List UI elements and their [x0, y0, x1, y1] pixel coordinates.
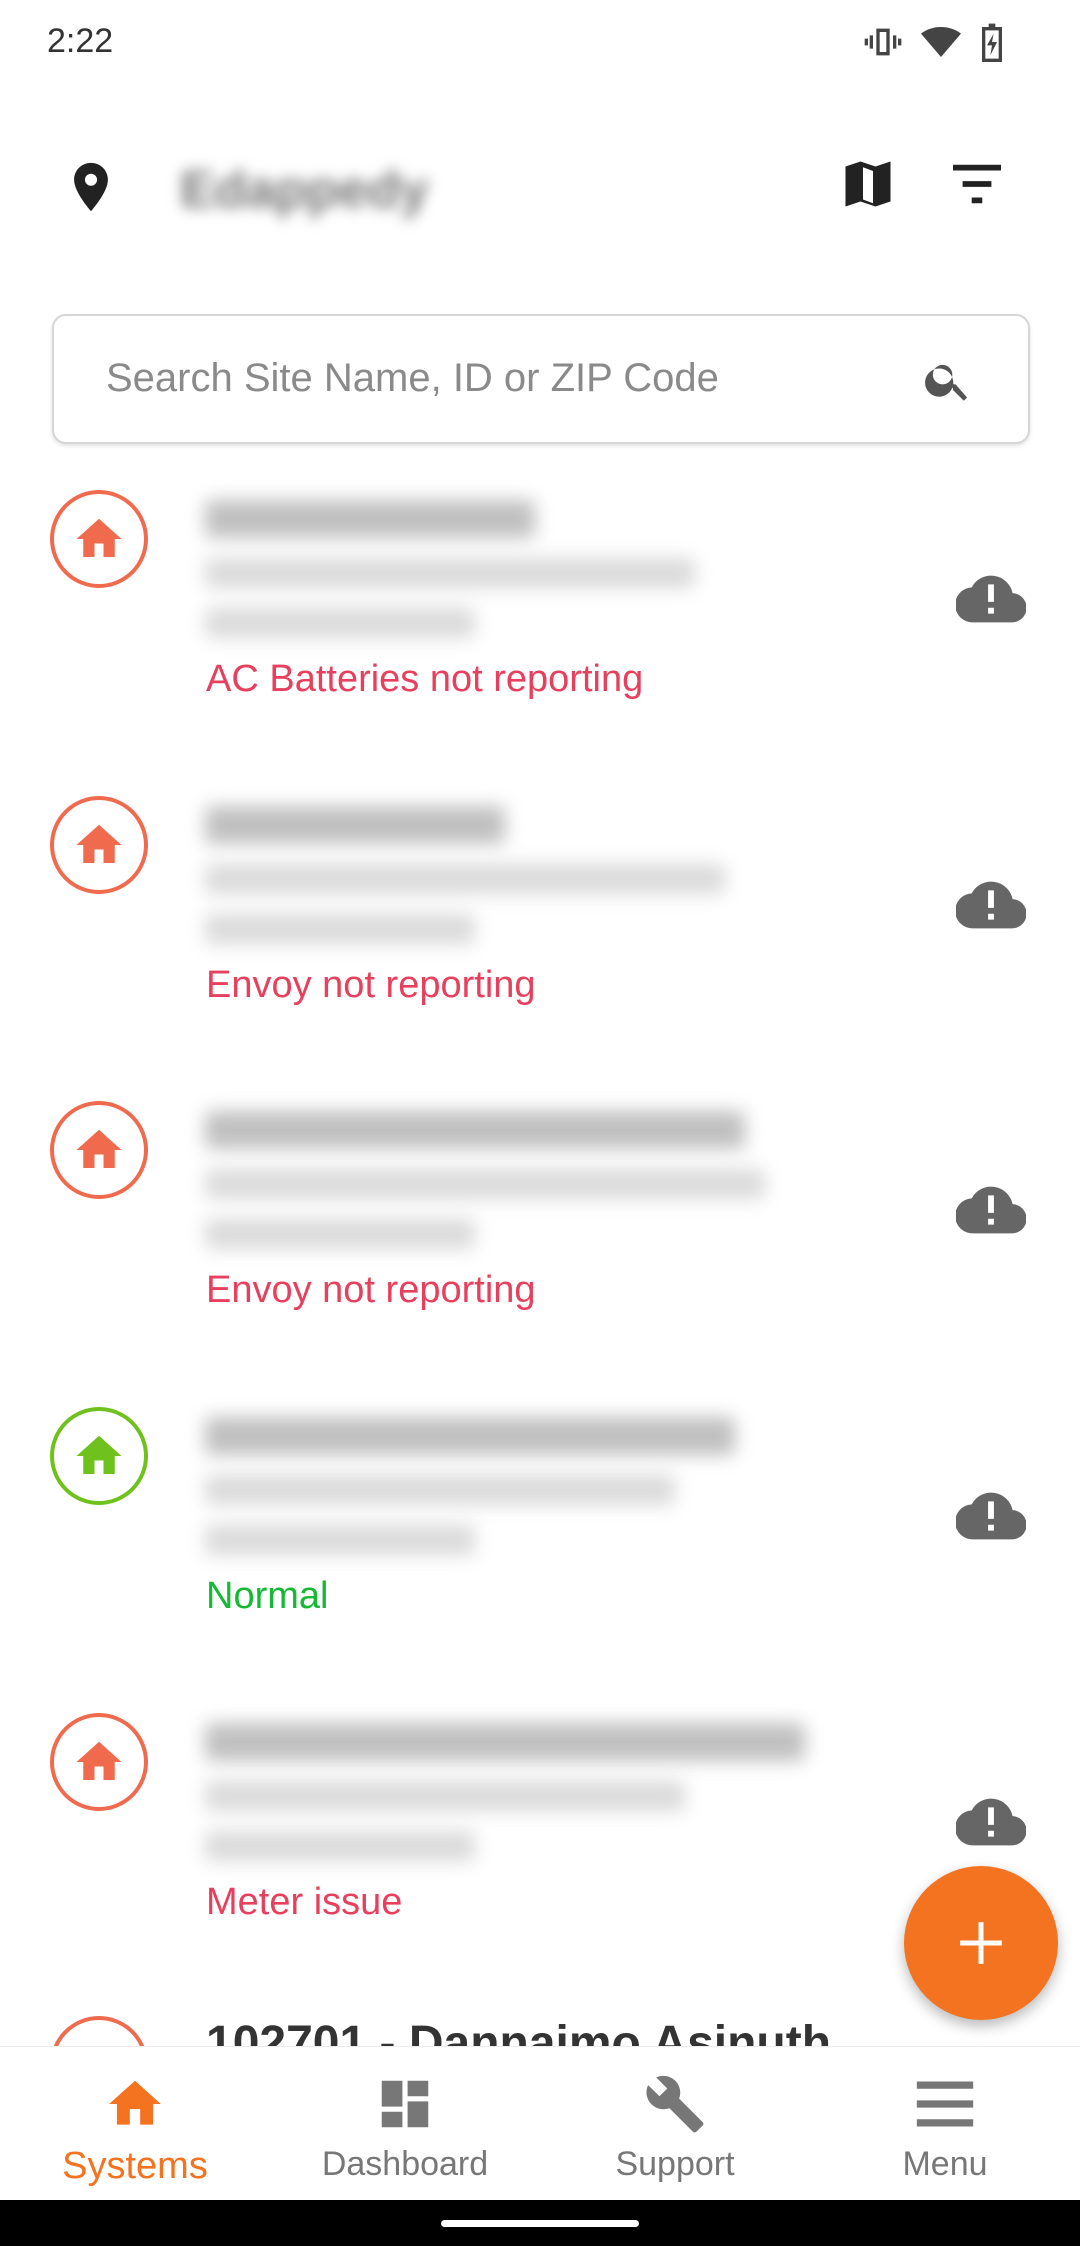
nav-menu[interactable]: Menu	[810, 2047, 1080, 2201]
home-gesture-handle[interactable]	[441, 2220, 639, 2227]
search-placeholder: Search Site Name, ID or ZIP Code	[106, 356, 719, 400]
site-status-badge	[50, 2016, 148, 2046]
home-icon	[76, 1741, 122, 1780]
home-icon	[109, 2080, 161, 2125]
vibrate-icon	[864, 28, 902, 56]
site-status-badge	[50, 490, 148, 588]
nav-label: Support	[615, 2145, 735, 2183]
nav-label: Menu	[902, 2145, 988, 2183]
status-bar: 2:22	[0, 0, 1080, 90]
dashboard-icon	[381, 2080, 429, 2128]
redacted-site-details	[205, 806, 765, 964]
redacted-site-details	[205, 1723, 805, 1881]
redacted-site-details	[205, 500, 765, 658]
home-icon	[76, 1129, 122, 1168]
cloud-alert-icon	[956, 575, 1026, 623]
filter-icon[interactable]	[948, 160, 1006, 208]
plus-icon	[960, 1922, 1002, 1964]
cloud-alert-icon	[956, 1492, 1026, 1540]
bottom-navigation: Systems Dashboard Support Menu	[0, 2046, 1080, 2201]
cloud-alert-icon	[956, 1186, 1026, 1234]
nav-label: Systems	[62, 2145, 208, 2187]
home-icon	[76, 1435, 122, 1474]
nav-systems[interactable]: Systems	[0, 2047, 270, 2201]
site-list-item[interactable]: Envoy not reporting	[0, 1101, 1080, 1401]
site-list-item-partial[interactable]: 102701 - Dannaimo Asinuth	[0, 2016, 1080, 2046]
location-pin-icon[interactable]	[62, 158, 120, 216]
wrench-icon	[646, 2075, 704, 2133]
nav-support[interactable]: Support	[540, 2047, 810, 2201]
site-list-item[interactable]: Envoy not reporting	[0, 796, 1080, 1096]
site-status-badge	[50, 1101, 148, 1199]
site-status-badge	[50, 1407, 148, 1505]
cloud-alert-icon	[956, 881, 1026, 929]
redacted-site-details	[205, 1417, 765, 1575]
hamburger-menu-icon	[916, 2081, 974, 2127]
redacted-site-details	[205, 1111, 765, 1269]
home-icon	[76, 518, 122, 557]
home-icon	[76, 824, 122, 863]
site-name-partial: 102701 - Dannaimo Asinuth	[206, 2017, 832, 2046]
site-status-text: AC Batteries not reporting	[206, 658, 644, 700]
nav-dashboard[interactable]: Dashboard	[270, 2047, 540, 2201]
site-status-text: Normal	[206, 1575, 329, 1617]
site-status-badge	[50, 796, 148, 894]
site-status-text: Envoy not reporting	[206, 1269, 536, 1311]
site-list-item[interactable]: Normal	[0, 1407, 1080, 1707]
site-status-badge	[50, 1713, 148, 1811]
wifi-icon	[921, 27, 961, 57]
status-icons	[863, 22, 1005, 62]
header: Edappedy	[0, 140, 1080, 230]
status-time: 2:22	[47, 22, 114, 60]
system-gesture-bar	[0, 2200, 1080, 2246]
cloud-alert-icon	[956, 1798, 1026, 1846]
current-site-name[interactable]: Edappedy	[180, 160, 429, 220]
map-icon[interactable]	[838, 154, 898, 214]
nav-label: Dashboard	[321, 2145, 489, 2183]
battery-charging-icon	[982, 23, 1002, 62]
search-input[interactable]: Search Site Name, ID or ZIP Code	[52, 314, 1030, 444]
site-status-text: Meter issue	[206, 1881, 403, 1923]
add-site-button[interactable]	[904, 1866, 1058, 2020]
site-list-item[interactable]: AC Batteries not reporting	[0, 490, 1080, 790]
site-status-text: Envoy not reporting	[206, 964, 536, 1006]
search-icon[interactable]	[922, 354, 974, 406]
